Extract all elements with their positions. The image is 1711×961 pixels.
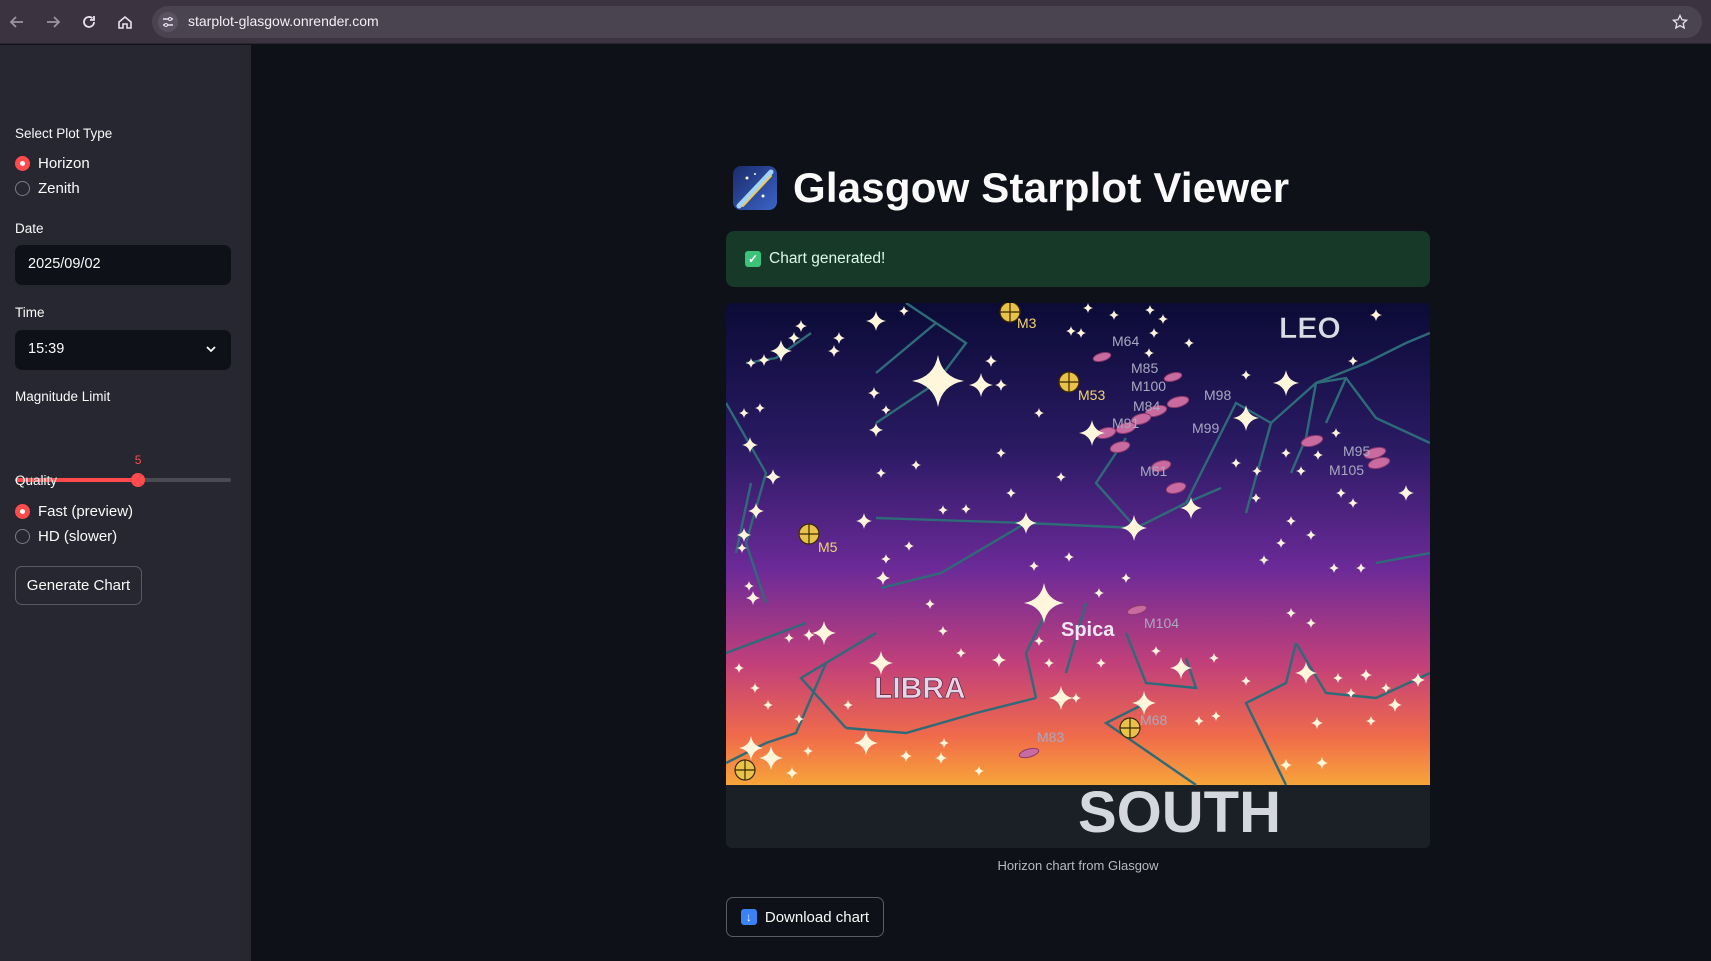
download-label: Download chart (764, 908, 870, 926)
back-arrow-icon[interactable] (5, 10, 29, 34)
checkmark-icon: ✓ (745, 251, 761, 267)
browser-toolbar: starplot-glasgow.onrender.com (0, 0, 1711, 44)
star-label-spica: Spica (1061, 619, 1115, 641)
sidebar: Select Plot Type Horizon Zenith Date 202… (0, 45, 251, 961)
home-icon[interactable] (113, 10, 137, 34)
plot-type-label: Select Plot Type (15, 126, 113, 141)
object-label: M64 (1112, 333, 1139, 349)
constellation-label-leo: LEO (1279, 312, 1341, 345)
page-title: Glasgow Starplot Viewer (793, 164, 1290, 211)
plot-type-zenith-radio[interactable]: Zenith (15, 180, 80, 197)
time-label: Time (15, 305, 45, 320)
quality-hd-radio[interactable]: HD (slower) (15, 528, 117, 545)
quality-option-label: HD (slower) (38, 528, 118, 545)
quality-label: Quality (15, 473, 58, 488)
object-label: M105 (1329, 462, 1364, 478)
magnitude-value: 5 (134, 453, 142, 467)
page-title-row: Glasgow Starplot Viewer (733, 164, 1289, 212)
object-label: M83 (1037, 729, 1064, 745)
shooting-star-icon (733, 166, 777, 210)
success-text: Chart generated! (769, 250, 886, 267)
download-chart-button[interactable]: ↓ Download chart (726, 897, 884, 937)
success-alert: ✓ Chart generated! (726, 231, 1430, 287)
slider-thumb[interactable] (131, 473, 146, 487)
plot-type-option-label: Horizon (38, 155, 90, 172)
radio-unselected-icon[interactable] (15, 181, 30, 196)
object-label: M68 (1140, 712, 1167, 728)
forward-arrow-icon[interactable] (41, 10, 65, 34)
radio-unselected-icon[interactable] (15, 529, 30, 544)
object-label: M85 (1131, 360, 1158, 376)
object-label: M3 (1017, 315, 1037, 331)
quality-fast-radio[interactable]: Fast (preview) (15, 503, 133, 520)
address-bar[interactable] (152, 6, 1702, 38)
object-label: M104 (1144, 615, 1179, 631)
time-select[interactable]: 15:39 (15, 330, 231, 370)
object-label: M98 (1204, 387, 1231, 403)
object-label: M5 (818, 539, 838, 555)
site-settings-icon[interactable] (158, 12, 178, 32)
generate-chart-button[interactable]: Generate Chart (15, 566, 142, 605)
object-label: M95 (1343, 443, 1370, 459)
chevron-down-icon (205, 343, 217, 359)
object-label: M84 (1133, 398, 1160, 414)
url-text[interactable]: starplot-glasgow.onrender.com (188, 13, 379, 29)
direction-label-south: SOUTH (1078, 780, 1281, 845)
time-value: 15:39 (28, 341, 65, 357)
radio-selected-icon[interactable] (15, 504, 30, 519)
reload-icon[interactable] (77, 10, 101, 34)
star-bookmark-icon[interactable] (1668, 10, 1692, 34)
download-arrow-icon: ↓ (740, 909, 757, 925)
plot-type-horizon-radio[interactable]: Horizon (15, 155, 90, 172)
object-label: M100 (1131, 378, 1166, 394)
radio-selected-icon[interactable] (15, 156, 30, 171)
constellation-label-libra: LIBRA (874, 672, 966, 705)
magnitude-label: Magnitude Limit (15, 389, 111, 404)
chart-caption: Horizon chart from Glasgow (997, 858, 1159, 873)
object-label: M99 (1192, 420, 1219, 436)
star-chart-image: LEO LIBRA Spica SOUTH M3 M53 M64 M85 M10… (726, 303, 1430, 848)
plot-type-option-label: Zenith (38, 180, 80, 197)
object-label: M53 (1078, 387, 1105, 403)
object-label: M61 (1140, 463, 1167, 479)
object-label: M91 (1112, 415, 1139, 431)
quality-option-label: Fast (preview) (38, 503, 134, 520)
date-input[interactable]: 2025/09/02 (15, 245, 231, 285)
date-label: Date (15, 221, 44, 236)
